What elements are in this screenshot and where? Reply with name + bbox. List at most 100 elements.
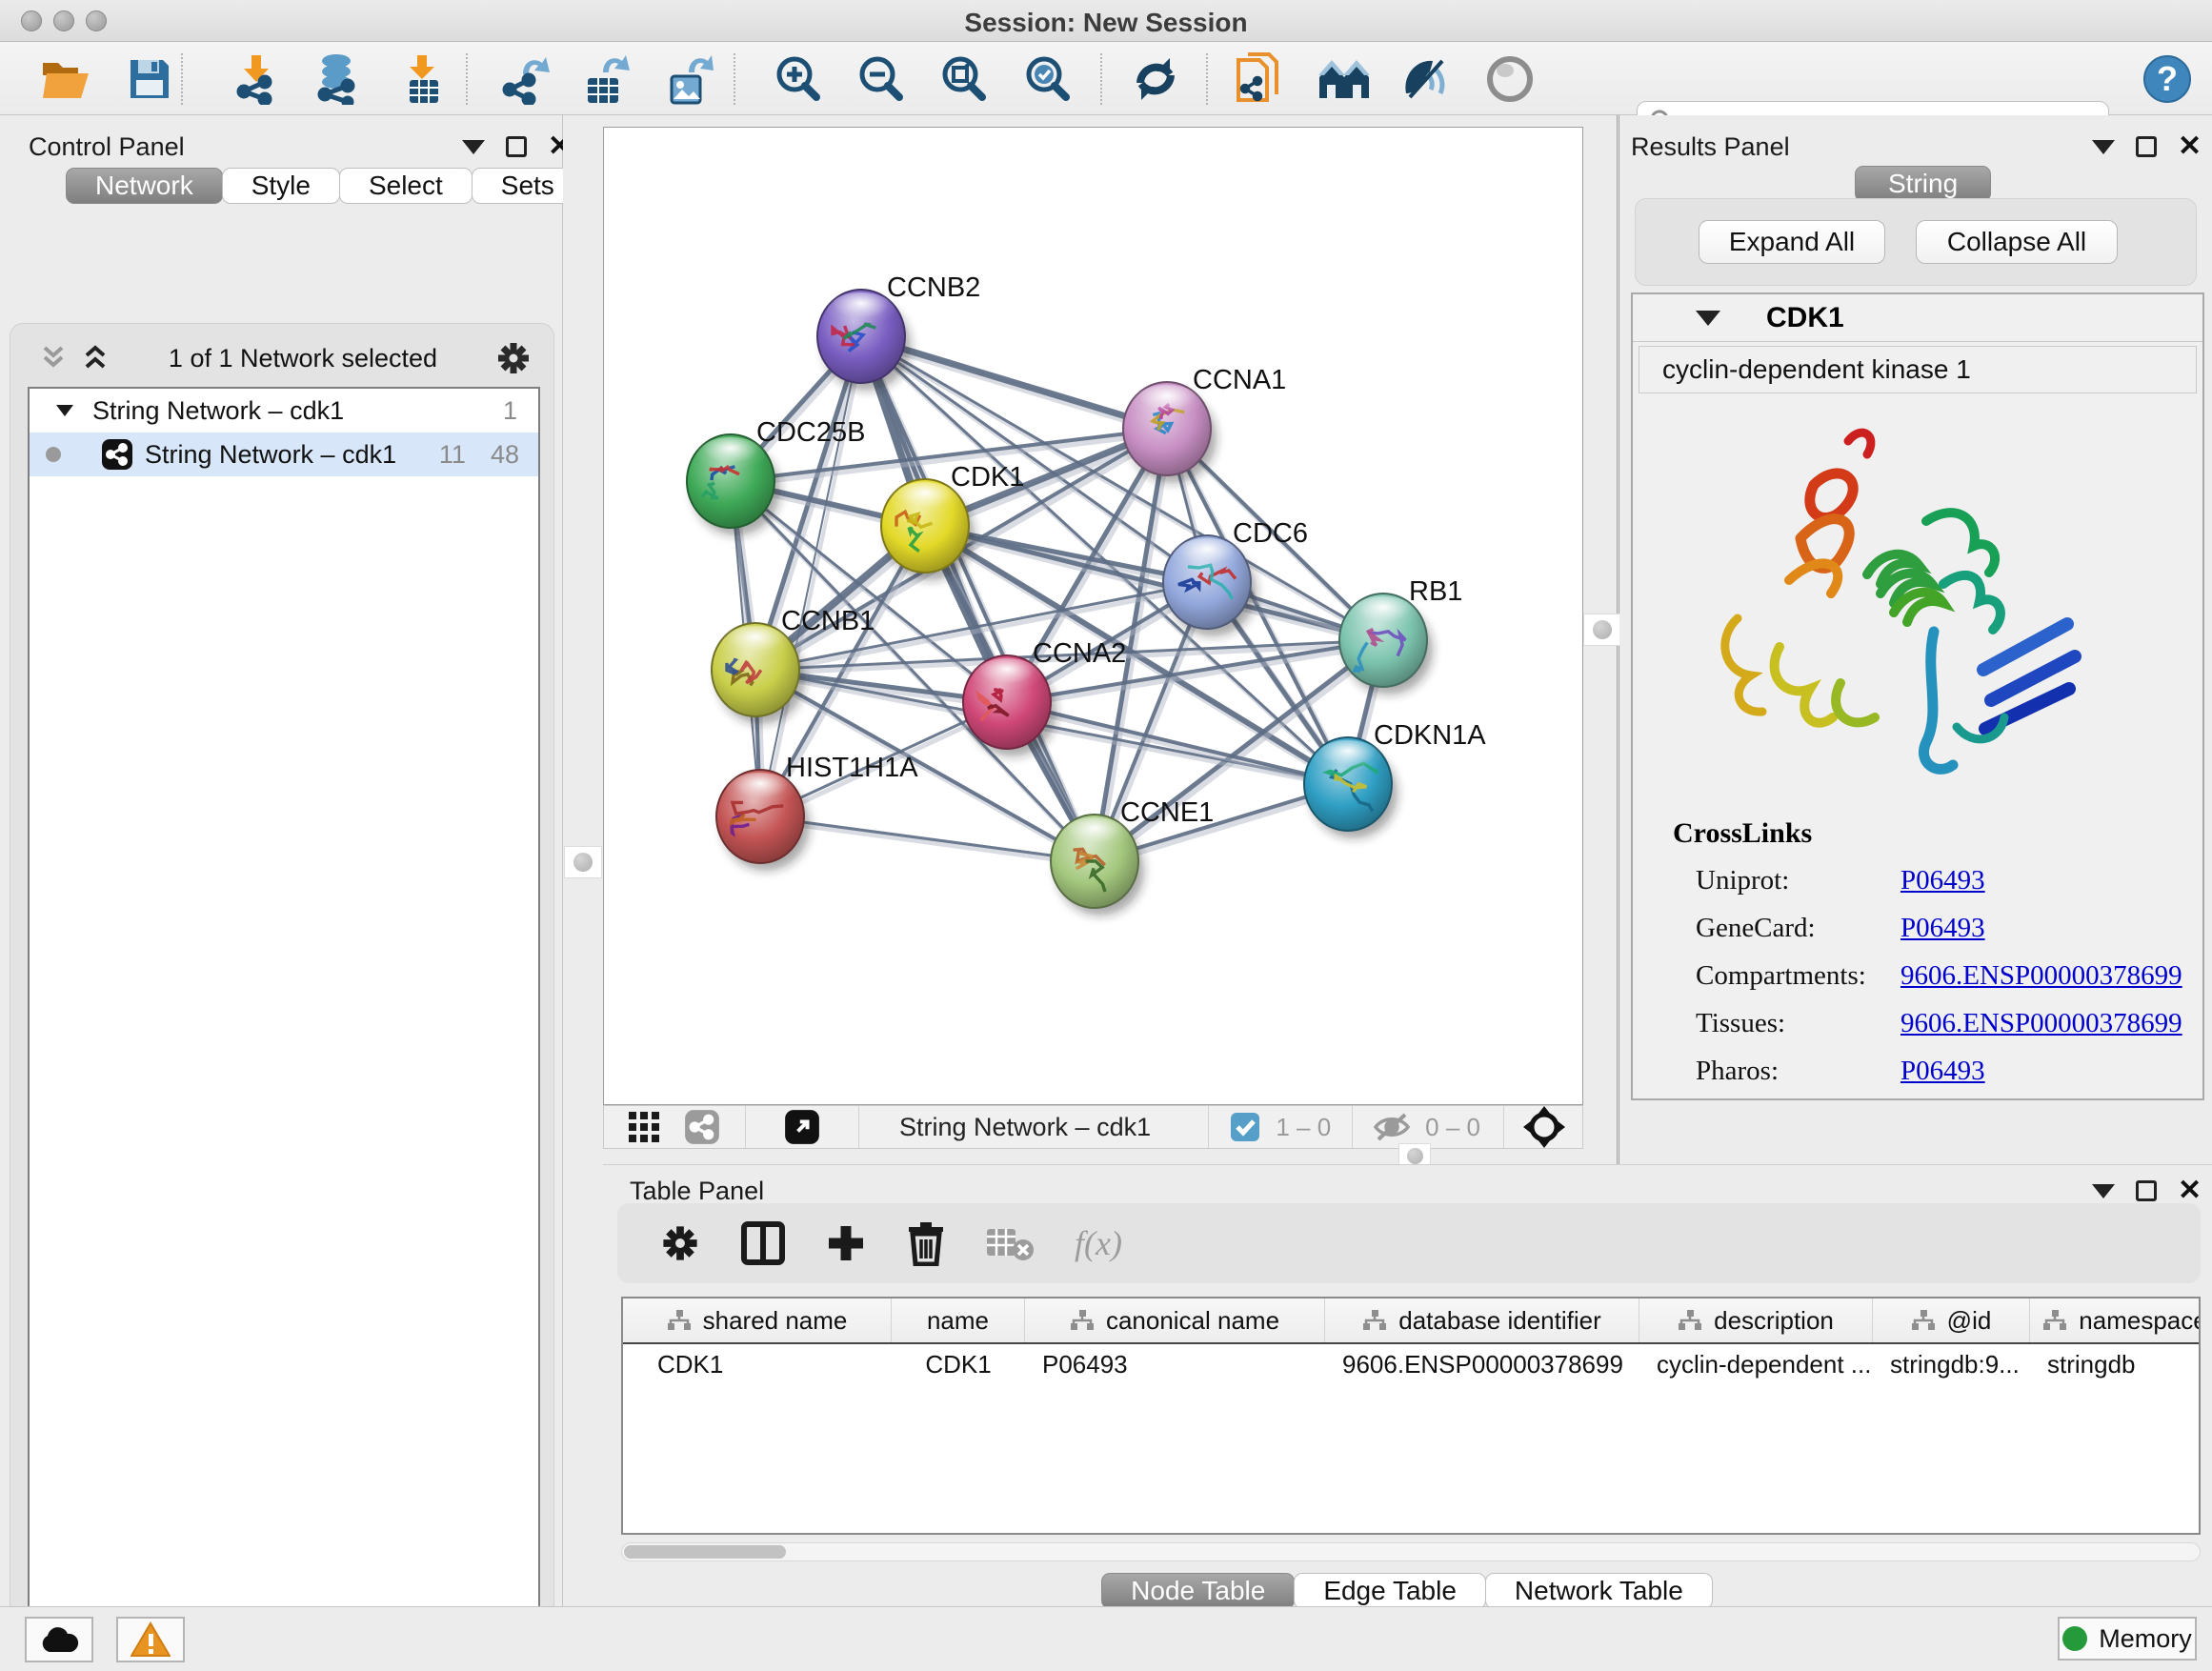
selected-checkbox-icon[interactable] <box>1230 1112 1260 1142</box>
tab-string[interactable]: String <box>1855 166 1991 202</box>
collapse-all-button[interactable]: Collapse All <box>1916 220 2118 264</box>
grid-view-icon[interactable] <box>627 1110 661 1144</box>
expand-all-button[interactable]: Expand All <box>1699 220 1885 264</box>
table-panel-float-icon[interactable] <box>2136 1180 2157 1201</box>
column-header-name[interactable]: name <box>892 1299 1025 1342</box>
tab-node-table[interactable]: Node Table <box>1101 1573 1295 1609</box>
table-options-gear-icon[interactable] <box>659 1222 701 1264</box>
window-title: Session: New Session <box>0 8 2212 38</box>
column-header--id[interactable]: @id <box>1873 1299 2030 1342</box>
table-panel-close-icon[interactable]: ✕ <box>2178 1180 2202 1201</box>
column-header-description[interactable]: description <box>1639 1299 1873 1342</box>
left-panel-divider[interactable] <box>563 115 603 1606</box>
show-columns-icon[interactable] <box>741 1221 785 1265</box>
table-cell[interactable]: P06493 <box>1025 1344 1325 1384</box>
table-cell[interactable]: 9606.ENSP00000378699 <box>1325 1344 1639 1384</box>
tab-edge-table[interactable]: Edge Table <box>1294 1573 1486 1609</box>
import-table-icon[interactable] <box>394 50 453 109</box>
save-session-icon[interactable] <box>120 50 179 109</box>
table-panel-menu-icon[interactable] <box>2092 1184 2115 1198</box>
network-edge[interactable] <box>760 816 1095 861</box>
delete-table-icon[interactable] <box>985 1225 1035 1261</box>
node-table[interactable]: shared namenamecanonical namedatabase id… <box>621 1297 2201 1535</box>
control-panel-menu-icon[interactable] <box>462 140 485 154</box>
divider-grip[interactable] <box>1583 614 1621 646</box>
import-network-database-icon[interactable] <box>307 50 366 109</box>
network-node-ccna1[interactable]: CCNA1 <box>1123 365 1286 483</box>
tab-network[interactable]: Network <box>66 168 223 204</box>
share-document-icon[interactable] <box>1229 50 1288 109</box>
tab-select[interactable]: Select <box>339 168 473 204</box>
crosslink-link[interactable]: P06493 <box>1900 1056 1985 1087</box>
network-tree-root-row[interactable]: String Network – cdk1 1 <box>30 389 538 433</box>
import-network-file-icon[interactable] <box>227 50 286 109</box>
table-cell[interactable]: cyclin-dependent ... <box>1639 1344 1873 1384</box>
crosslink-link[interactable]: P06493 <box>1900 913 1985 944</box>
string-home-icon[interactable] <box>1315 50 1374 109</box>
column-header-canonical-name[interactable]: canonical name <box>1025 1299 1325 1342</box>
collapse-all-icon[interactable] <box>37 344 70 372</box>
crosslink-row: GeneCard:P06493 <box>1696 913 2202 944</box>
section-collapse-icon[interactable] <box>1696 311 1720 326</box>
network-status-dot <box>46 447 61 462</box>
memory-button[interactable]: Memory <box>2058 1617 2197 1661</box>
table-horizontal-scrollbar[interactable] <box>621 1542 2201 1561</box>
section-node-name: CDK1 <box>1766 302 1844 334</box>
open-session-icon[interactable] <box>36 50 95 109</box>
control-panel-tabs: Network Style Select Sets <box>67 168 584 204</box>
control-panel-float-icon[interactable] <box>506 136 527 157</box>
apply-layout-icon[interactable] <box>1126 50 1185 109</box>
delete-column-icon[interactable] <box>907 1220 945 1266</box>
results-panel-close-icon[interactable]: ✕ <box>2178 136 2202 157</box>
tab-style[interactable]: Style <box>222 168 340 204</box>
crosslink-link[interactable]: 9606.ENSP00000378699 <box>1900 1008 2182 1039</box>
network-canvas[interactable]: CCNB2CCNA1CDC25BCDK1CDC6RB1CCNB1CCNA2CDK… <box>603 127 1583 1105</box>
node-section-header[interactable]: CDK1 <box>1633 294 2202 342</box>
column-header-namespace[interactable]: namespace <box>2030 1299 2201 1342</box>
table-cell[interactable]: stringdb:9... <box>1873 1344 2030 1384</box>
results-panel-float-icon[interactable] <box>2136 136 2157 157</box>
function-builder-icon[interactable]: f(x) <box>1075 1223 1122 1263</box>
network-tree-item-row[interactable]: String Network – cdk1 11 48 <box>30 433 538 476</box>
export-table-icon[interactable] <box>575 50 634 109</box>
column-header-shared-name[interactable]: shared name <box>623 1299 892 1342</box>
sphere-icon[interactable] <box>1480 50 1539 109</box>
column-header-database-identifier[interactable]: database identifier <box>1325 1299 1639 1342</box>
crosslink-link[interactable]: 9606.ENSP00000378699 <box>1900 960 2182 992</box>
table-cell[interactable]: stringdb <box>2030 1344 2201 1384</box>
hidden-eye-icon[interactable] <box>1372 1111 1412 1143</box>
network-node-cdkn1a[interactable]: CDKN1A <box>1304 720 1486 838</box>
fit-content-crosshair-icon[interactable] <box>1521 1104 1567 1150</box>
export-network-icon[interactable] <box>495 50 554 109</box>
results-panel-menu-icon[interactable] <box>2092 140 2115 154</box>
expand-all-icon[interactable] <box>79 344 111 372</box>
warnings-button[interactable] <box>116 1617 185 1662</box>
table-cell[interactable]: CDK1 <box>623 1344 892 1384</box>
zoom-fit-icon[interactable] <box>935 50 995 109</box>
zoom-selected-icon[interactable] <box>1019 50 1078 109</box>
string-view-icon[interactable] <box>684 1109 720 1145</box>
add-column-icon[interactable] <box>825 1222 867 1264</box>
crosslink-link[interactable]: P06493 <box>1900 865 1985 896</box>
tree-expand-icon[interactable] <box>53 402 76 419</box>
node-description: cyclin-dependent kinase 1 <box>1639 346 2197 393</box>
export-image-icon[interactable] <box>659 50 718 109</box>
glass-effect-icon[interactable] <box>1397 50 1456 109</box>
table-row[interactable]: CDK1CDK1P064939606.ENSP00000378699cyclin… <box>623 1344 2199 1384</box>
cloud-button[interactable] <box>25 1617 93 1662</box>
table-cell[interactable]: CDK1 <box>892 1344 1025 1384</box>
zoom-in-icon[interactable] <box>770 50 829 109</box>
results-panel-divider[interactable] <box>1583 115 1619 1164</box>
network-node-cdk1[interactable]: CDK1 <box>881 462 1024 580</box>
crosslink-label: Tissues: <box>1696 1008 1900 1039</box>
network-node-rb1[interactable]: RB1 <box>1339 576 1462 695</box>
network-node-ccnb2[interactable]: CCNB2 <box>817 272 980 391</box>
zoom-out-icon[interactable] <box>853 50 912 109</box>
scrollbar-thumb[interactable] <box>624 1545 786 1559</box>
network-options-gear-icon[interactable] <box>494 339 533 377</box>
divider-grip[interactable] <box>564 846 602 878</box>
tab-network-table[interactable]: Network Table <box>1485 1573 1713 1609</box>
birdseye-view-icon[interactable] <box>784 1109 820 1145</box>
network-node-hist1h1a[interactable]: HIST1H1A <box>716 753 918 871</box>
help-icon[interactable]: ? <box>2138 50 2197 109</box>
